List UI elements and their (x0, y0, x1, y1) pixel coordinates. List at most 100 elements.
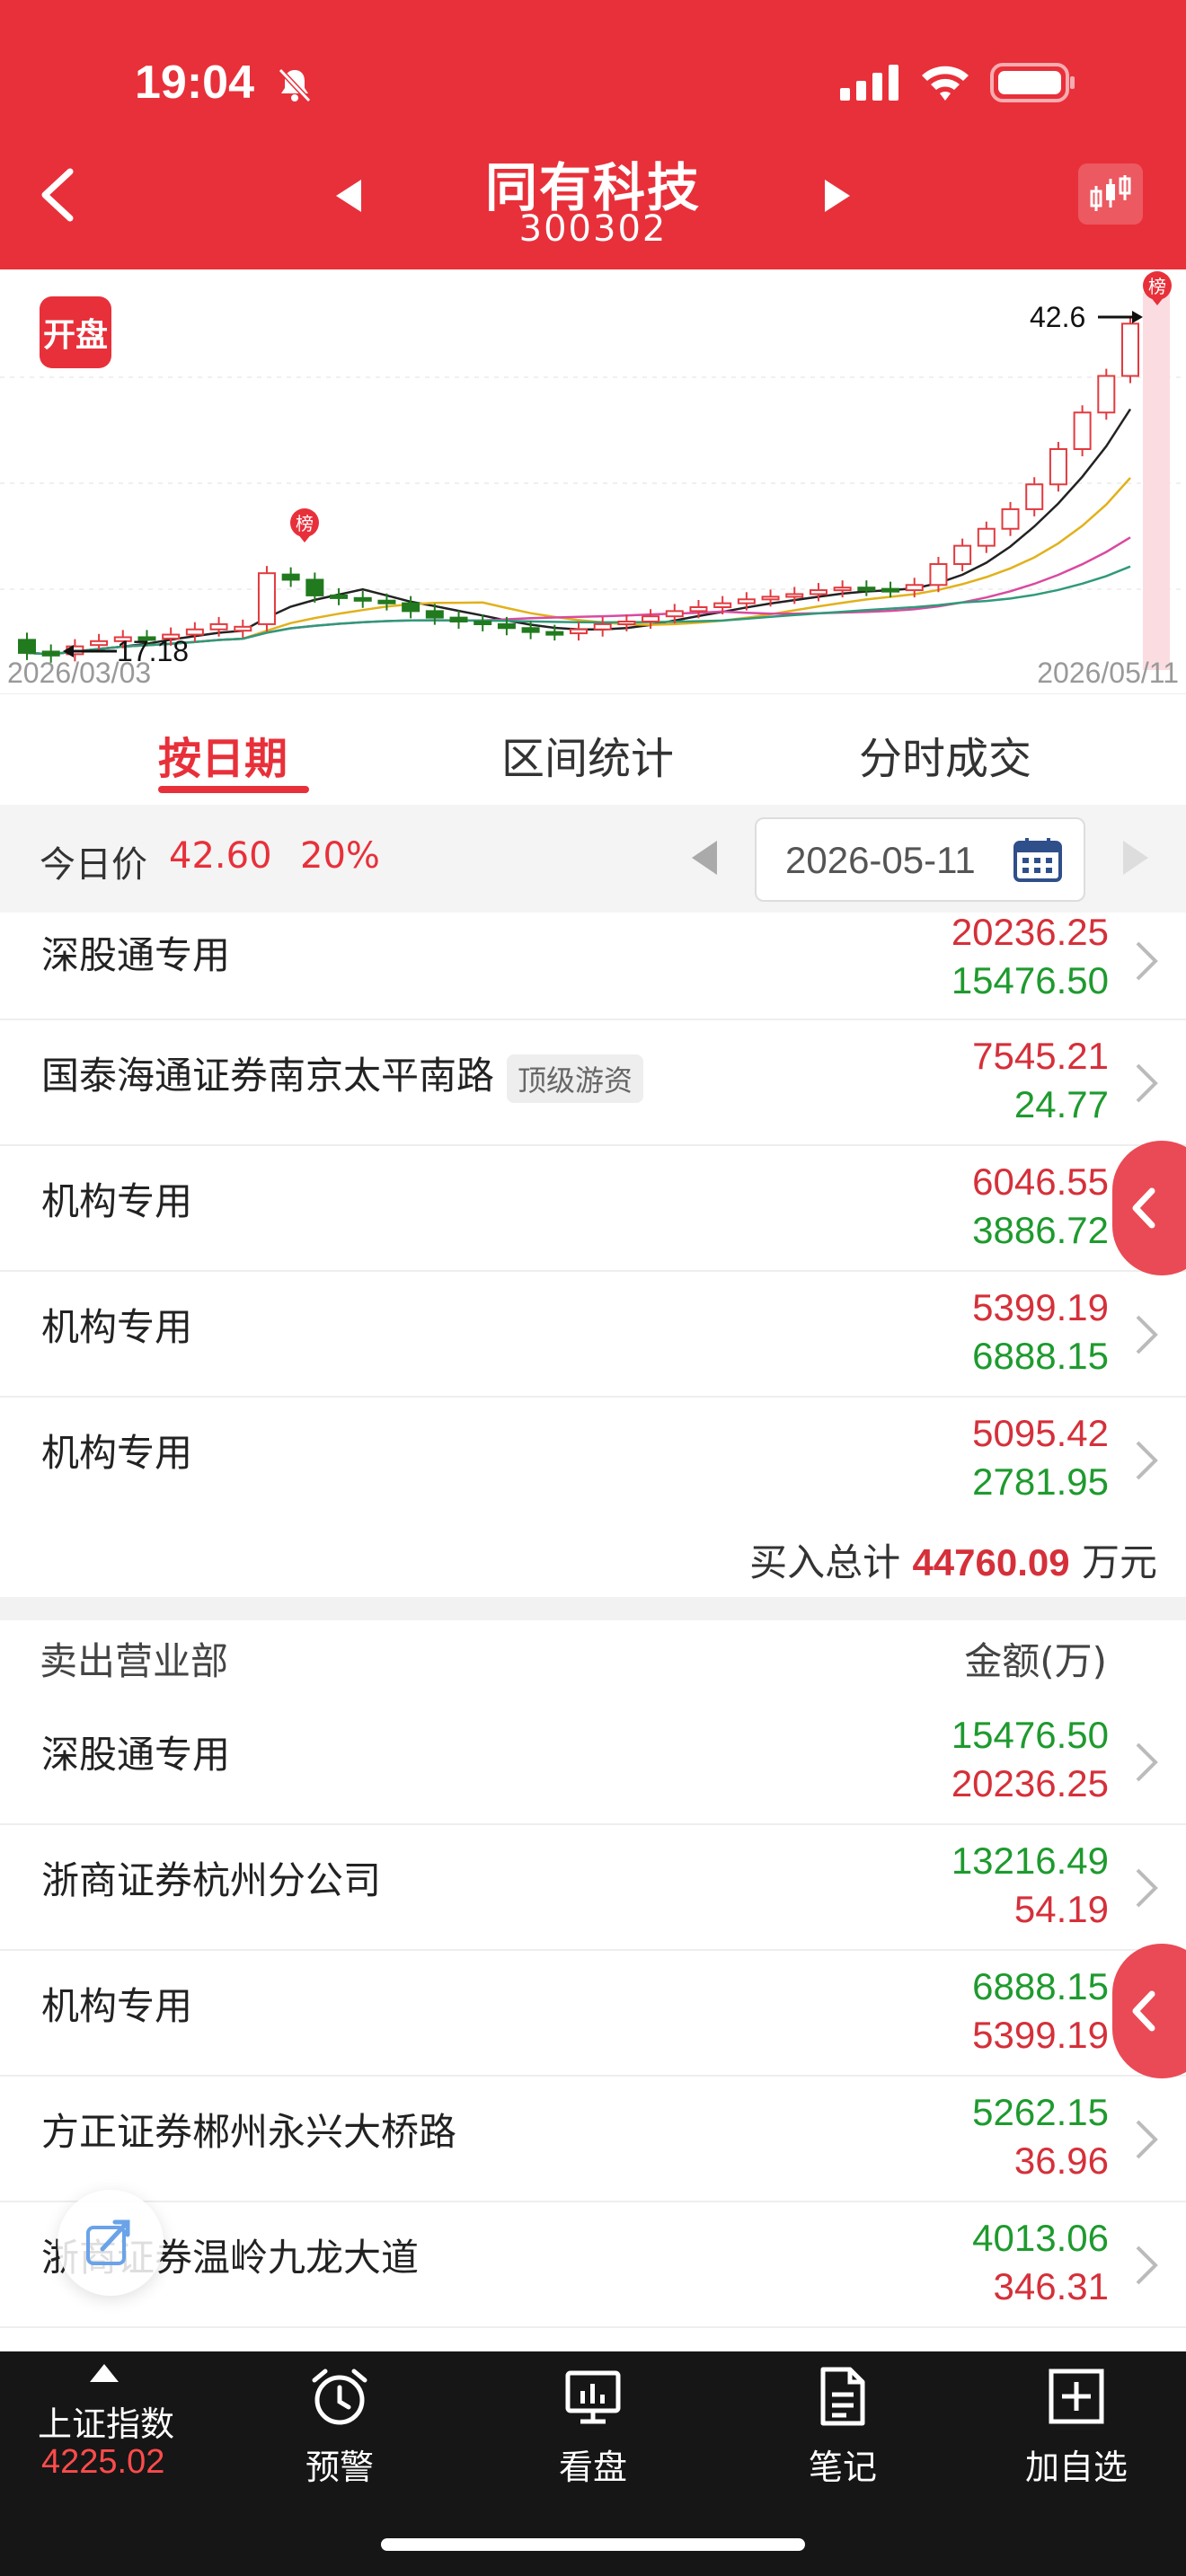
buy-row[interactable]: 深股通专用 20236.25 15476.50 (0, 911, 1186, 1020)
candle-body (809, 589, 828, 595)
moving-average-line (26, 565, 1131, 656)
sell-amount: 5262.15 (972, 2091, 1109, 2133)
home-indicator (381, 2538, 805, 2551)
selected-date: 2026-05-11 (785, 839, 976, 881)
date-picker[interactable]: 2026-05-11 (755, 817, 1085, 902)
triangle-up-icon (90, 2364, 119, 2382)
broker-name: 机构专用 (41, 1179, 193, 1223)
candle-body (1025, 483, 1044, 510)
candle-body (881, 587, 900, 593)
amount-column-header: 金额(万) (964, 1639, 1107, 1683)
stock-code: 300302 (518, 208, 668, 250)
floating-share-button[interactable] (58, 2190, 164, 2296)
monitor-chart-icon (565, 2370, 621, 2424)
buy-amount: 36.96 (1013, 2139, 1109, 2182)
sell-row[interactable]: 深股通专用 15476.50 20236.25 (0, 1699, 1186, 1825)
candle-body (234, 625, 252, 632)
buy-row[interactable]: 机构专用 5399.19 6888.15 (0, 1272, 1186, 1398)
candle-body (617, 621, 636, 625)
alarm-clock-icon (312, 2369, 367, 2425)
buy-amount: 5095.42 (972, 1412, 1109, 1454)
sell-amount: 2781.95 (972, 1460, 1109, 1503)
broker-name: 深股通专用 (41, 1733, 231, 1777)
chevron-right-icon (1136, 1742, 1158, 1782)
buy-row[interactable]: 机构专用 6046.55 3886.72 (0, 1146, 1186, 1272)
sell-amount: 13216.49 (951, 1839, 1109, 1882)
cellular-signal-icon (840, 65, 898, 101)
sell-row[interactable]: 浙商证券温岭九龙大道 4013.06 346.31 (0, 2202, 1186, 2328)
rank-marker-mid[interactable]: 榜 (290, 508, 319, 543)
sell-amount: 3886.72 (972, 1209, 1109, 1251)
candle-body (1049, 448, 1067, 486)
kline-chart[interactable]: 42.6 17.18 榜 榜 2026/03/03 2026/05/11 开盘 (0, 269, 1186, 693)
chevron-right-icon (1136, 1315, 1158, 1354)
nav-alert-label: 预警 (305, 2448, 374, 2487)
candle-body (330, 594, 349, 599)
candle-body (977, 527, 996, 547)
candle-body (689, 606, 708, 613)
rank-marker-label: 榜 (1148, 276, 1166, 297)
candle-body (209, 622, 228, 631)
nav-notes-label: 笔记 (808, 2448, 877, 2487)
candle-body (1097, 375, 1116, 414)
side-collapse-button[interactable] (1112, 1141, 1186, 1275)
tab-tick-trades[interactable]: 分时成交 (859, 723, 1031, 786)
nav-market-label: 看盘 (558, 2448, 627, 2487)
candle-body (90, 640, 109, 647)
kline-switch-button[interactable] (1078, 163, 1143, 225)
open-badge[interactable]: 开盘 (40, 296, 111, 368)
buy-row[interactable]: 国泰海通证券南京太平南路 顶级游资 7545.21 24.77 (0, 1020, 1186, 1146)
tab-by-date[interactable]: 按日期 (158, 723, 288, 786)
sell-amount: 24.77 (1013, 1083, 1109, 1125)
buy-amount: 6046.55 (972, 1160, 1109, 1203)
broker-name: 深股通专用 (41, 933, 231, 977)
sell-section-title: 卖出营业部 (40, 1639, 229, 1683)
plus-box-icon (1049, 2369, 1104, 2424)
buy-amount: 54.19 (1013, 1888, 1109, 1930)
sell-amount: 6888.15 (972, 1335, 1109, 1377)
buy-total-row: 买入总计 44760.09 万元 (0, 1522, 1186, 1597)
chevron-left-icon (1132, 1187, 1155, 1229)
section-divider (0, 1597, 1186, 1620)
index-name: 上证指数 (38, 2404, 175, 2444)
candle-body (521, 627, 540, 633)
buy-row[interactable]: 机构专用 5095.42 2781.95 (0, 1398, 1186, 1523)
candle-body (545, 631, 564, 636)
candle-body (1001, 507, 1020, 530)
sell-amount: 15476.50 (951, 1714, 1109, 1756)
broker-name: 浙商证券杭州分公司 (41, 1858, 382, 1902)
side-collapse-button[interactable] (1112, 1944, 1186, 2078)
today-change: 20% (300, 835, 380, 877)
candle-body (185, 628, 204, 636)
hot-money-tag: 顶级游资 (507, 1054, 644, 1103)
candle-body (593, 622, 612, 631)
note-document-icon (820, 2367, 865, 2426)
nav-add-watchlist-label: 加自选 (1024, 2448, 1128, 2487)
date-bar: 今日价 42.60 20% 2026-05-11 (0, 805, 1186, 913)
candle-body (425, 610, 444, 619)
candle-body (1073, 411, 1092, 450)
broker-name: 国泰海通证券南京太平南路 (41, 1054, 495, 1098)
sell-row[interactable]: 浙商证券杭州分公司 13216.49 54.19 (0, 1825, 1186, 1951)
candle-body (857, 587, 876, 592)
chevron-right-icon (1136, 1441, 1158, 1480)
today-price-label: 今日价 (40, 844, 147, 886)
candle-body (257, 572, 276, 625)
chevron-right-icon (1136, 2245, 1158, 2285)
today-price: 42.60 (169, 835, 272, 877)
tab-range-stats[interactable]: 区间统计 (501, 723, 674, 786)
sell-row[interactable]: 机构专用 6888.15 5399.19 (0, 1951, 1186, 2077)
next-date-icon[interactable] (1120, 837, 1152, 878)
sell-row[interactable]: 方正证券郴州永兴大桥路 5262.15 36.96 (0, 2077, 1186, 2202)
chevron-right-icon (1136, 1868, 1158, 1908)
next-stock-icon[interactable] (819, 176, 855, 216)
buy-amount: 346.31 (993, 2265, 1109, 2307)
chart-start-date: 2026/03/03 (7, 657, 151, 689)
prev-date-icon[interactable] (688, 837, 721, 878)
sell-amount: 4013.06 (972, 2217, 1109, 2259)
candle-body (785, 593, 804, 598)
share-edit-icon (86, 2219, 130, 2265)
candle-body (18, 639, 36, 654)
kline-chart-svg: 42.6 17.18 榜 榜 2026/03/03 2026/05/11 (0, 271, 1186, 689)
chevron-left-icon (1132, 1990, 1155, 2032)
